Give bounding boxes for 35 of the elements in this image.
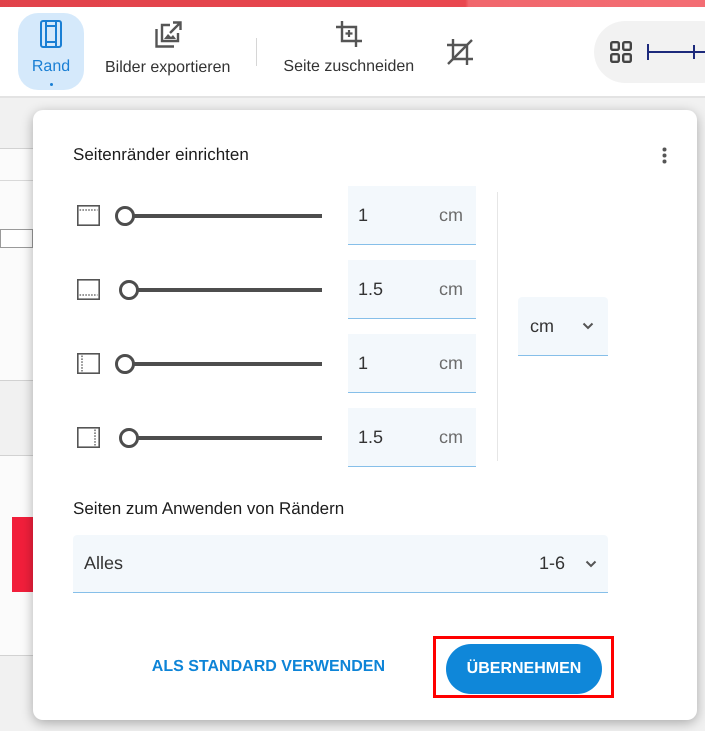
apply-button[interactable]: ÜBERNEHMEN — [446, 644, 602, 694]
crop-plus-icon — [334, 20, 363, 48]
crop-page-button[interactable]: Seite zuschneiden — [273, 13, 424, 90]
selected-dot-icon — [50, 83, 52, 86]
page-range: 1-6 — [538, 553, 565, 574]
unit-suffix: cm — [439, 426, 463, 448]
chevron-down-icon — [582, 322, 594, 330]
unit-suffix: cm — [439, 204, 463, 226]
slider-thumb[interactable] — [118, 428, 139, 448]
slider-thumb[interactable] — [118, 280, 139, 300]
chevron-down-icon — [585, 560, 597, 568]
margin-input[interactable]: 1.5 cm — [348, 408, 476, 467]
right-margin-icon — [77, 427, 100, 448]
grid-icon[interactable] — [610, 40, 632, 62]
export-images-button[interactable]: Bilder exportieren — [95, 13, 240, 90]
set-default-button[interactable]: ALS STANDARD VERWENDEN — [136, 650, 401, 684]
margin-input[interactable]: 1.5 cm — [348, 260, 476, 319]
ruler-icon — [647, 44, 705, 60]
margin-input[interactable]: 1 cm — [348, 186, 476, 245]
unit-suffix: cm — [439, 278, 463, 300]
page-margins-icon — [40, 20, 62, 48]
bottom-margin-icon — [77, 279, 100, 300]
unit-select[interactable]: cm — [518, 297, 608, 356]
section-label: Seiten zum Anwenden von Rändern — [73, 498, 344, 520]
top-margin-icon — [77, 205, 100, 226]
crop-slash-icon — [445, 38, 476, 66]
unit-suffix: cm — [439, 352, 463, 374]
margin-input[interactable]: 1 cm — [348, 334, 476, 393]
pages-select[interactable]: Alles 1-6 — [73, 535, 608, 593]
slider-thumb[interactable] — [114, 206, 135, 226]
more-options-icon[interactable] — [662, 146, 667, 164]
left-margin-icon — [77, 353, 100, 374]
dialog-title: Seitenränder einrichten — [73, 144, 249, 166]
slider-thumb[interactable] — [114, 354, 135, 374]
export-images-icon — [154, 20, 182, 49]
